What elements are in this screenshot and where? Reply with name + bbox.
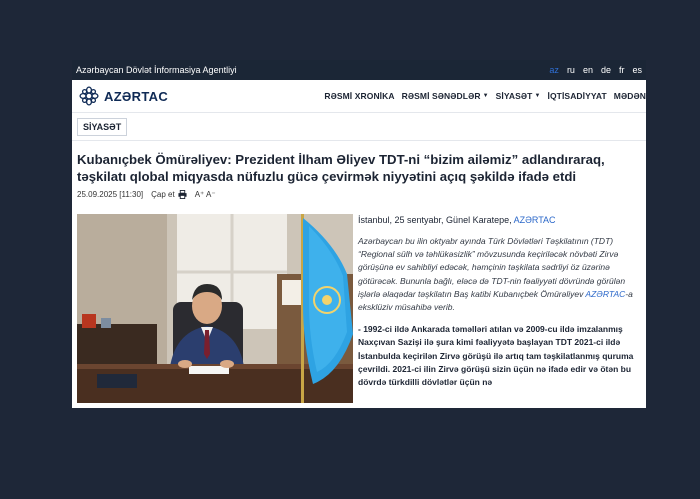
language-switcher: az ru en de fr es bbox=[549, 65, 642, 75]
main-nav: RƏSMİ XRONİKA RƏSMİ SƏNƏDLƏR ▼ SİYASƏT ▼ İ… bbox=[324, 91, 646, 101]
lang-es[interactable]: es bbox=[632, 65, 642, 75]
section-tag[interactable]: SİYASƏT bbox=[77, 117, 128, 136]
section-row: SİYASƏT bbox=[72, 113, 646, 141]
article-byline: İstanbul, 25 sentyabr, Günel Karatepe, A… bbox=[358, 214, 642, 226]
print-button[interactable]: Çap et bbox=[151, 190, 187, 199]
logo-text: AZƏRTAC bbox=[104, 88, 169, 104]
article-photo bbox=[77, 214, 353, 403]
nav-label: MƏDƏN bbox=[613, 91, 646, 101]
site-header: AZƏRTAC RƏSMİ XRONİKA RƏSMİ SƏNƏDLƏR ▼ Sİ… bbox=[72, 80, 646, 113]
interview-question: - 1992-ci ildə Ankarada təməlləri atılan… bbox=[358, 324, 634, 388]
nav-item-siyaset[interactable]: SİYASƏT ▼ bbox=[496, 91, 541, 101]
nav-item-resmi-senedler[interactable]: RƏSMİ SƏNƏDLƏR ▼ bbox=[402, 91, 489, 101]
article-date: 25.09.2025 [11:30] bbox=[77, 190, 144, 199]
article-meta: 25.09.2025 [11:30] Çap et A⁺ A⁻ bbox=[72, 185, 646, 199]
nav-label: İQTİSADİYYAT bbox=[547, 91, 607, 101]
article-lead: Azərbaycan bu ilin oktyabr ayında Türk D… bbox=[358, 235, 642, 314]
photo-illustration bbox=[77, 214, 353, 403]
lang-en[interactable]: en bbox=[583, 65, 593, 75]
lang-fr[interactable]: fr bbox=[619, 65, 625, 75]
lang-de[interactable]: de bbox=[601, 65, 611, 75]
nav-label: RƏSMİ XRONİKA bbox=[324, 91, 395, 101]
byline-agency-link[interactable]: AZƏRTAC bbox=[514, 215, 556, 225]
agency-bar: Azərbaycan Dövlət İnformasiya Agentliyi … bbox=[72, 60, 646, 80]
chevron-down-icon: ▼ bbox=[482, 93, 489, 99]
nav-item-resmi-xronika[interactable]: RƏSMİ XRONİKA bbox=[324, 91, 394, 101]
lang-ru[interactable]: ru bbox=[567, 65, 575, 75]
font-size-control[interactable]: A⁺ A⁻ bbox=[195, 190, 216, 199]
site-logo[interactable]: AZƏRTAC bbox=[78, 85, 168, 107]
chevron-down-icon: ▼ bbox=[534, 93, 541, 99]
agency-name: Azərbaycan Dövlət İnformasiya Agentliyi bbox=[76, 65, 237, 75]
print-label: Çap et bbox=[151, 190, 175, 199]
lead-agency-link[interactable]: AZƏRTAC bbox=[585, 289, 625, 299]
printer-icon bbox=[178, 190, 187, 199]
browser-page: Azərbaycan Dövlət İnformasiya Agentliyi … bbox=[72, 60, 646, 408]
nav-label: RƏSMİ SƏNƏDLƏR bbox=[401, 91, 481, 101]
byline-text: İstanbul, 25 sentyabr, Günel Karatepe, bbox=[358, 215, 514, 225]
nav-label: SİYASƏT bbox=[495, 91, 533, 101]
azertac-logo-icon bbox=[79, 86, 99, 106]
nav-item-medeniyyet[interactable]: MƏDƏN bbox=[614, 91, 646, 101]
article-headline: Kubanıçbek Ömürəliyev: Prezident İlham Ə… bbox=[77, 152, 605, 184]
nav-item-iqtisadiyyat[interactable]: İQTİSADİYYAT bbox=[548, 91, 607, 101]
lang-az[interactable]: az bbox=[549, 65, 559, 75]
article-text: İstanbul, 25 sentyabr, Günel Karatepe, A… bbox=[358, 214, 642, 389]
